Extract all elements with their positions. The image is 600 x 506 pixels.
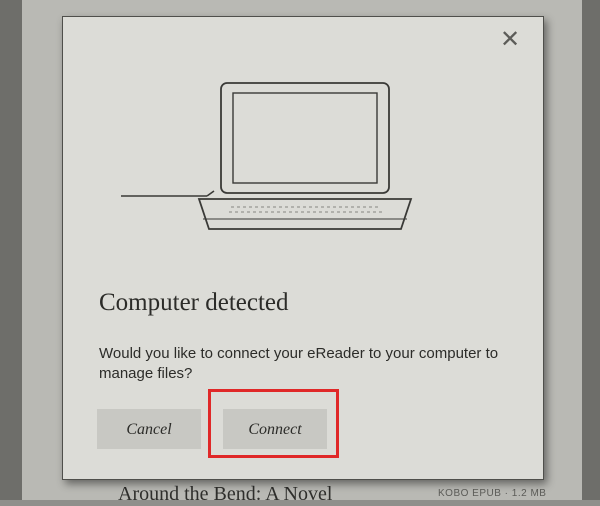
- background-book-title: Around the Bend: A Novel: [118, 483, 333, 505]
- device-bezel-right: [582, 0, 600, 500]
- laptop-icon: [121, 82, 413, 230]
- device-bezel-left: [0, 0, 22, 500]
- close-icon[interactable]: ✕: [497, 27, 523, 53]
- dialog-message: Would you like to connect your eReader t…: [99, 345, 499, 382]
- cancel-button[interactable]: Cancel: [97, 409, 201, 449]
- background-book-meta: KOBO EPUB · 1.2 MB: [438, 488, 547, 499]
- dialog-title: Computer detected: [99, 289, 289, 316]
- connect-highlight-box: [208, 389, 339, 458]
